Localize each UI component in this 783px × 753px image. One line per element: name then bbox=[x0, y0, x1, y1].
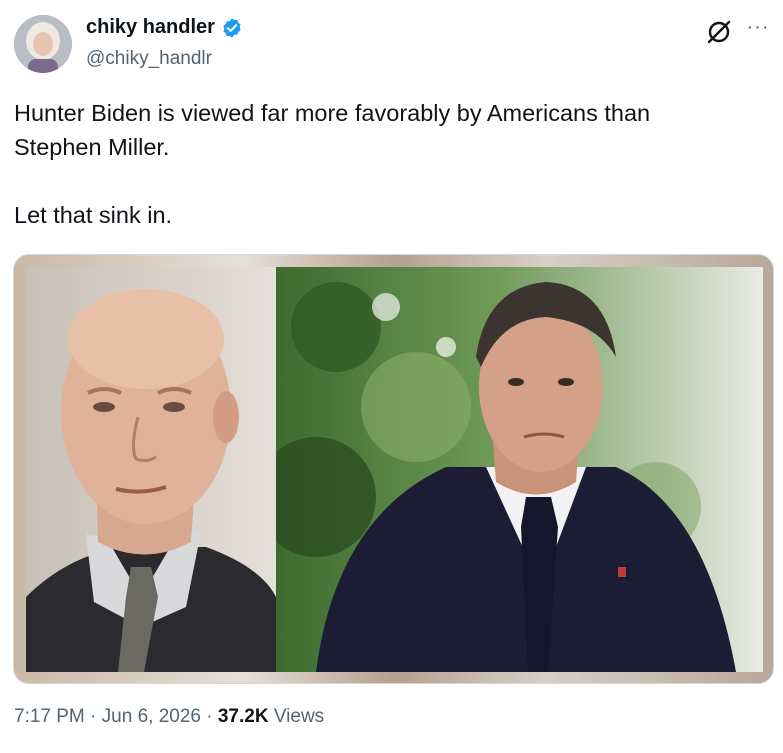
tweet-meta: 7:17 PM · Jun 6, 2026 · 37.2K Views bbox=[14, 706, 324, 728]
tweet-line: Let that sink in. bbox=[14, 202, 173, 228]
separator: · bbox=[90, 706, 97, 727]
tweet-text: Hunter Biden is viewed far more favorabl… bbox=[14, 96, 754, 232]
avatar-image bbox=[14, 15, 72, 73]
photo-stephen-miller bbox=[26, 267, 276, 672]
more-options-icon[interactable]: ··· bbox=[743, 17, 773, 44]
views-count: 37.2K bbox=[217, 706, 269, 727]
tweet-time[interactable]: 7:17 PM bbox=[14, 706, 85, 727]
grok-icon[interactable] bbox=[704, 17, 734, 47]
tweet-line: Hunter Biden is viewed far more favorabl… bbox=[14, 100, 651, 126]
author-name-row[interactable]: chiky handler bbox=[86, 16, 243, 39]
verified-badge-icon bbox=[223, 17, 241, 38]
tweet-line: Stephen Miller. bbox=[14, 134, 170, 160]
photo-hunter-biden bbox=[276, 267, 763, 672]
views-label: Views bbox=[273, 706, 325, 727]
tweet-media[interactable] bbox=[13, 254, 774, 684]
avatar[interactable] bbox=[14, 15, 72, 73]
author-handle[interactable]: @chiky_handlr bbox=[86, 48, 212, 70]
tweet-date[interactable]: Jun 6, 2026 bbox=[102, 706, 201, 727]
separator: · bbox=[206, 706, 213, 727]
display-name[interactable]: chiky handler bbox=[86, 16, 215, 39]
